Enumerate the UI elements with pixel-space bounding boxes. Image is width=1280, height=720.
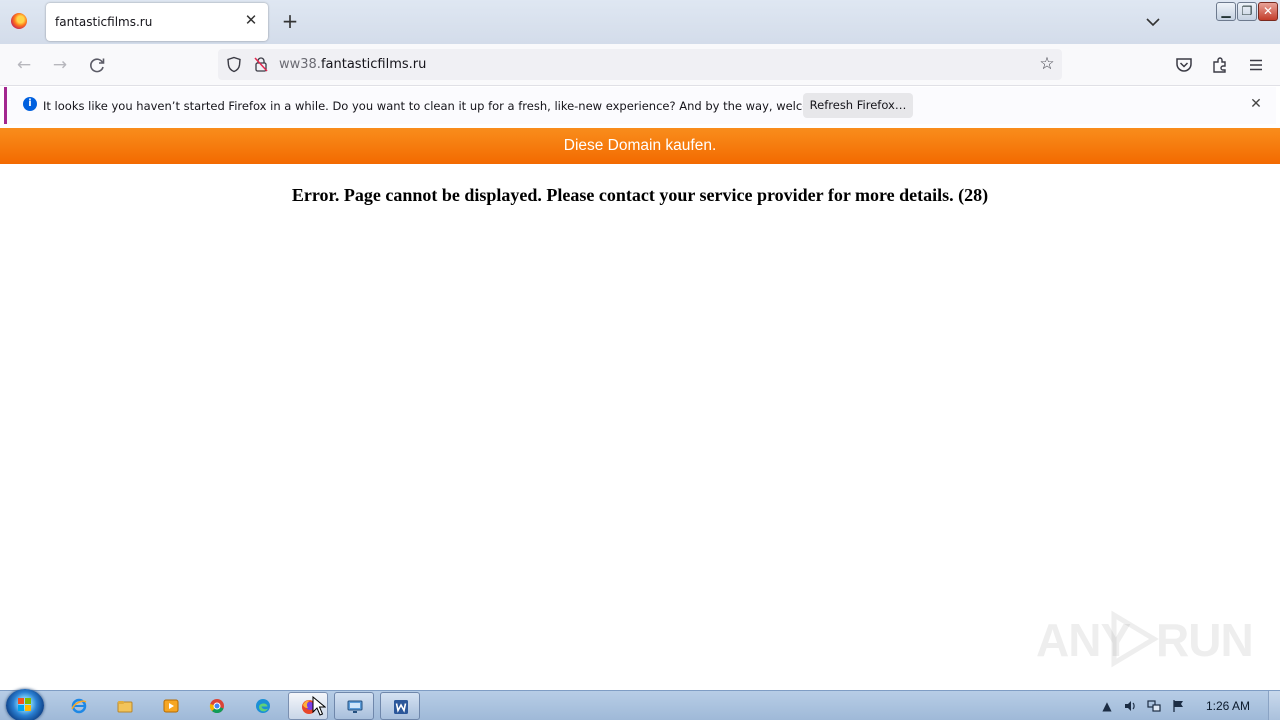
internet-explorer-icon bbox=[71, 698, 87, 714]
refresh-firefox-button[interactable]: Refresh Firefox… bbox=[803, 93, 913, 118]
close-window-button[interactable]: ✕ bbox=[1258, 2, 1278, 21]
word-icon bbox=[394, 700, 408, 714]
taskbar-file-explorer[interactable] bbox=[105, 692, 145, 720]
extensions-puzzle-icon[interactable] bbox=[1210, 55, 1230, 75]
action-center-flag-icon[interactable] bbox=[1171, 699, 1185, 713]
hamburger-menu-icon[interactable] bbox=[1246, 55, 1266, 75]
windows-logo-icon bbox=[18, 698, 32, 712]
info-icon: i bbox=[23, 97, 37, 111]
insecure-lock-icon[interactable] bbox=[254, 56, 268, 73]
tray-overflow-icon[interactable]: ▲ bbox=[1100, 699, 1114, 713]
mouse-cursor-icon bbox=[312, 696, 326, 716]
monitor-icon bbox=[347, 700, 363, 713]
notification-close-icon[interactable]: ✕ bbox=[1248, 96, 1264, 112]
refresh-firefox-notification: i It looks like you haven’t started Fire… bbox=[4, 87, 1276, 124]
anyrun-watermark: ANY RUN bbox=[1036, 609, 1254, 669]
error-message: Error. Page cannot be displayed. Please … bbox=[291, 185, 989, 205]
tab-strip: fantasticfilms.ru ✕ + ▁ ❐ ✕ bbox=[0, 0, 1280, 44]
close-window-icon: ✕ bbox=[1262, 4, 1274, 18]
window-controls: ▁ ❐ ✕ bbox=[1216, 2, 1278, 22]
edge-icon bbox=[256, 699, 270, 713]
network-icon[interactable] bbox=[1147, 699, 1161, 713]
start-button[interactable] bbox=[6, 689, 44, 720]
tab-active[interactable]: fantasticfilms.ru ✕ bbox=[46, 3, 268, 41]
url-text[interactable]: ww38.fantasticfilms.ru bbox=[279, 57, 426, 72]
bookmark-star-icon[interactable]: ☆ bbox=[1038, 55, 1056, 73]
buy-domain-banner: Diese Domain kaufen. bbox=[0, 128, 1280, 164]
navigation-toolbar: ← → ww38.fantasticfilms.ru ☆ bbox=[0, 44, 1280, 86]
firefox-view-icon[interactable] bbox=[11, 13, 27, 29]
taskbar-internet-explorer[interactable] bbox=[59, 692, 99, 720]
desktop-screen: fantasticfilms.ru ✕ + ▁ ❐ ✕ ← → ww38.fan… bbox=[0, 0, 1280, 720]
tab-close-icon[interactable]: ✕ bbox=[243, 12, 259, 28]
reload-icon[interactable] bbox=[86, 54, 108, 76]
url-domain: fantasticfilms.ru bbox=[320, 57, 427, 72]
chrome-icon bbox=[209, 699, 224, 714]
taskbar-chrome[interactable] bbox=[197, 692, 237, 720]
back-button[interactable]: ← bbox=[13, 54, 35, 76]
url-subdomain: ww38. bbox=[279, 57, 321, 72]
address-bar[interactable]: ww38.fantasticfilms.ru ☆ bbox=[218, 49, 1062, 80]
taskbar-media-player[interactable] bbox=[151, 692, 191, 720]
page-content: Diese Domain kaufen. Error. Page cannot … bbox=[0, 125, 1280, 690]
forward-button[interactable]: → bbox=[49, 54, 71, 76]
restore-icon: ❐ bbox=[1241, 4, 1253, 18]
minimize-button[interactable]: ▁ bbox=[1216, 2, 1236, 21]
taskbar-word[interactable] bbox=[380, 692, 420, 720]
taskbar-remote-desktop[interactable] bbox=[334, 692, 374, 720]
watermark-play-icon bbox=[1111, 610, 1159, 668]
tracking-protection-shield-icon[interactable] bbox=[226, 56, 242, 73]
restore-button[interactable]: ❐ bbox=[1237, 2, 1257, 21]
volume-icon[interactable] bbox=[1123, 699, 1137, 713]
notification-message: It looks like you haven’t started Firefo… bbox=[43, 99, 864, 113]
system-clock[interactable]: 1:26 AM bbox=[1206, 699, 1250, 713]
folder-icon bbox=[117, 701, 133, 713]
list-all-tabs-icon[interactable] bbox=[1144, 13, 1162, 31]
pocket-icon[interactable] bbox=[1174, 55, 1194, 75]
tab-title: fantasticfilms.ru bbox=[55, 15, 153, 29]
windows-taskbar: ▲ 1:26 AM bbox=[0, 689, 1280, 720]
buy-domain-link[interactable]: Diese Domain kaufen. bbox=[0, 128, 1280, 164]
watermark-text-right: RUN bbox=[1156, 614, 1254, 666]
show-desktop-button[interactable] bbox=[1268, 691, 1280, 720]
media-player-icon bbox=[163, 699, 179, 713]
new-tab-button[interactable]: + bbox=[280, 11, 300, 31]
taskbar-edge[interactable] bbox=[243, 692, 283, 720]
minimize-icon: ▁ bbox=[1221, 4, 1231, 18]
